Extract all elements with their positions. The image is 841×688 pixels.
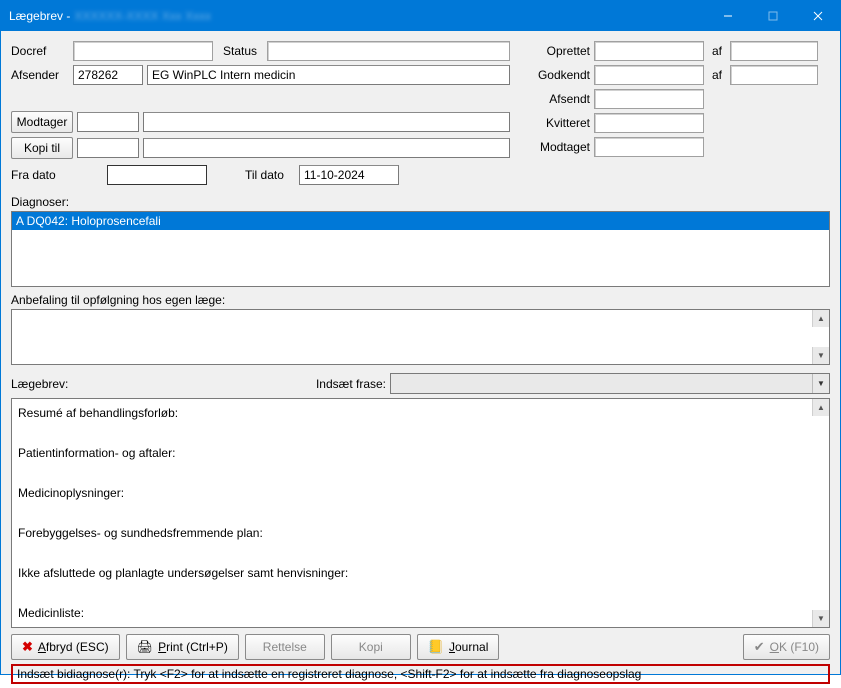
diagnoser-label: Diagnoser: — [11, 195, 830, 209]
scroll-up-icon[interactable]: ▲ — [812, 310, 829, 327]
diagnose-item[interactable]: A DQ042: Holoprosencefali — [12, 212, 829, 230]
kvitteret-label: Kvitteret — [530, 116, 590, 130]
til-dato-field[interactable]: 11-10-2024 — [299, 165, 399, 185]
letter-line — [18, 543, 823, 563]
docref-label: Docref — [11, 44, 69, 58]
letter-line: Resumé af behandlingsforløb: — [18, 403, 823, 423]
afbryd-label-u: A — [38, 640, 46, 654]
modtaget-field[interactable] — [594, 137, 704, 157]
docref-field[interactable] — [73, 41, 213, 61]
oprettet-field[interactable] — [594, 41, 704, 61]
godkendt-field[interactable] — [594, 65, 704, 85]
letter-line — [18, 463, 823, 483]
titlebar: Lægebrev - XXXXXX-XXXX Xxx Xxxx — [1, 1, 840, 31]
close-button[interactable] — [795, 1, 840, 31]
fra-dato-field[interactable] — [107, 165, 207, 185]
status-hint: Indsæt bidiagnose(r): Tryk <F2> for at i… — [11, 664, 830, 684]
afsender-code-field[interactable]: 278262 — [73, 65, 143, 85]
letter-line: Medicinoplysninger: — [18, 483, 823, 503]
print-icon: 🖨 — [137, 639, 154, 655]
letter-line — [18, 423, 823, 443]
ok-button[interactable]: ✔ OK (F10) — [743, 634, 830, 660]
status-field[interactable] — [267, 41, 510, 61]
kopi-button[interactable]: Kopi — [331, 634, 411, 660]
modtager-name-field[interactable] — [143, 112, 510, 132]
kopi-code-field[interactable] — [77, 138, 139, 158]
kopi-name-field[interactable] — [143, 138, 510, 158]
fra-dato-label: Fra dato — [11, 168, 69, 182]
anbefaling-label: Anbefaling til opfølgning hos egen læge: — [11, 293, 830, 307]
til-dato-label: Til dato — [245, 168, 295, 182]
letter-line: Forebyggelses- og sundhedsfremmende plan… — [18, 523, 823, 543]
oprettet-label: Oprettet — [530, 44, 590, 58]
afsender-label: Afsender — [11, 68, 69, 82]
modtaget-label: Modtaget — [530, 140, 590, 154]
rettelse-button[interactable]: Rettelse — [245, 634, 325, 660]
afsender-name-field[interactable]: EG WinPLC Intern medicin — [147, 65, 510, 85]
phrase-combo[interactable]: ▼ — [390, 373, 830, 394]
kvitteret-field[interactable] — [594, 113, 704, 133]
kopi-til-button[interactable]: Kopi til — [11, 137, 73, 159]
afsendt-label: Afsendt — [530, 92, 590, 106]
afsendt-field[interactable] — [594, 89, 704, 109]
cancel-icon: ✖ — [22, 639, 33, 655]
minimize-button[interactable] — [705, 1, 750, 31]
window-root: Lægebrev - XXXXXX-XXXX Xxx Xxxx Docref S… — [0, 0, 841, 675]
letter-line — [18, 503, 823, 523]
print-button[interactable]: 🖨 Print (Ctrl+P) — [126, 634, 239, 660]
af1-field[interactable] — [730, 41, 818, 61]
letter-line: Ikke afsluttede og planlagte undersøgels… — [18, 563, 823, 583]
anbefaling-textarea[interactable]: ▲ ▼ — [11, 309, 830, 365]
maximize-button[interactable] — [750, 1, 795, 31]
letter-line: Medicinliste: — [18, 603, 823, 623]
letter-line: Patientinformation- og aftaler: — [18, 443, 823, 463]
laegebrev-label: Lægebrev: — [11, 377, 68, 391]
diagnoser-list[interactable]: A DQ042: Holoprosencefali — [11, 211, 830, 287]
af2-field[interactable] — [730, 65, 818, 85]
phrase-label: Indsæt frase: — [316, 377, 386, 391]
godkendt-label: Godkendt — [530, 68, 590, 82]
status-label: Status — [217, 44, 263, 58]
print-label-u: P — [158, 640, 166, 654]
button-bar: ✖ Afbryd (ESC) 🖨 Print (Ctrl+P) Rettelse… — [11, 634, 830, 660]
check-icon: ✔ — [754, 639, 765, 655]
content-area: Docref Status Afsender 278262 EG WinPLC … — [1, 31, 840, 688]
letter-line — [18, 583, 823, 603]
journal-icon: 📒 — [428, 639, 444, 655]
scroll-up-icon[interactable]: ▲ — [812, 399, 829, 416]
afbryd-button[interactable]: ✖ Afbryd (ESC) — [11, 634, 120, 660]
modtager-button[interactable]: Modtager — [11, 111, 73, 133]
window-title-prefix: Lægebrev - — [9, 9, 70, 23]
journal-button[interactable]: 📒 Journal — [417, 634, 500, 660]
scroll-down-icon[interactable]: ▼ — [812, 347, 829, 364]
chevron-down-icon: ▼ — [812, 374, 829, 393]
scroll-down-icon[interactable]: ▼ — [812, 610, 829, 627]
af2-label: af — [708, 68, 726, 82]
laegebrev-body[interactable]: ▲ ▼ Resumé af behandlingsforløb: Patient… — [11, 398, 830, 628]
ok-label-u: O — [770, 640, 779, 654]
af1-label: af — [708, 44, 726, 58]
window-title-patient: XXXXXX-XXXX Xxx Xxxx — [74, 9, 211, 23]
modtager-code-field[interactable] — [77, 112, 139, 132]
